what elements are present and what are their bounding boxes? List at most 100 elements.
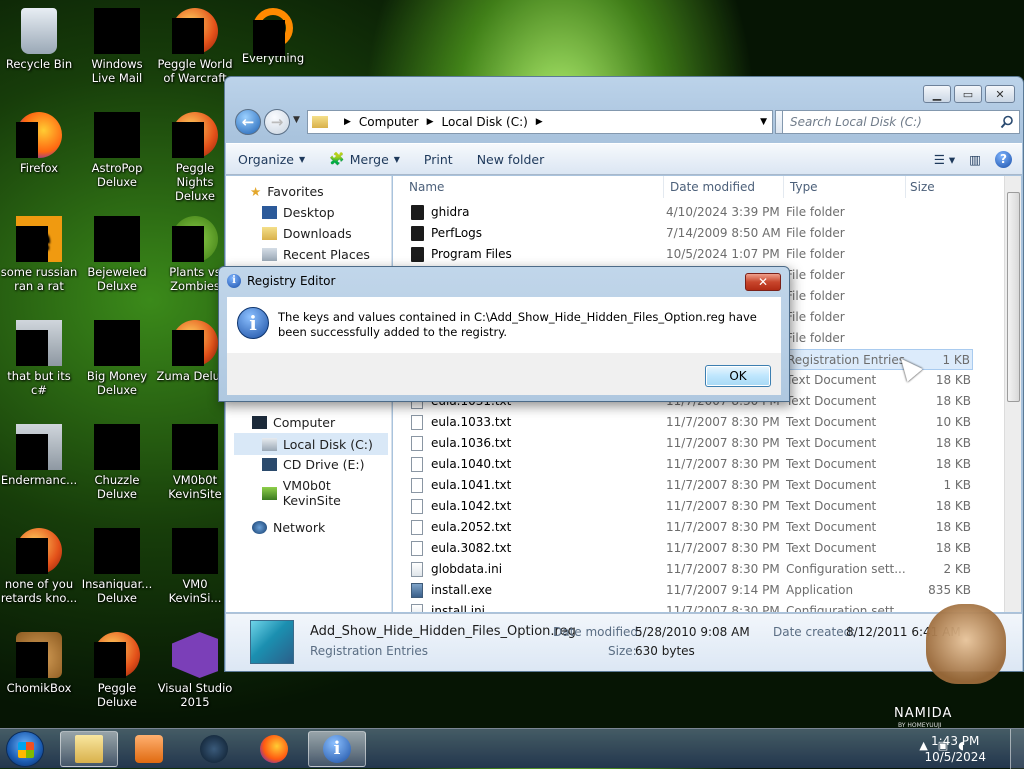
cell-size: 1 KB xyxy=(942,353,970,367)
cd-drive-icon xyxy=(262,458,277,471)
desktop-icon-red-ball[interactable]: none of you retards kno... xyxy=(0,528,78,605)
merge-button[interactable]: 🧩 Merge ▼ xyxy=(317,151,412,167)
nav-computer[interactable]: Computer xyxy=(252,415,335,430)
column-header-date[interactable]: Date modified xyxy=(670,180,755,194)
print-button[interactable]: Print xyxy=(412,152,465,167)
cell-type: Text Document xyxy=(786,520,877,534)
preview-pane-icon[interactable]: ▥ xyxy=(969,152,981,167)
cell-type: File folder xyxy=(786,289,845,303)
registry-editor-dialog[interactable]: i Registry Editor ✕ i The keys and value… xyxy=(218,266,790,402)
address-dropdown-icon[interactable]: ▼ xyxy=(760,117,767,127)
navigation-bar: ← → ▼ ▶ Computer ▶ Local Disk (C:) ▶ ▼ ⟳… xyxy=(233,107,1020,135)
taskbar-app-dark[interactable] xyxy=(185,731,243,767)
desktop-icon-label: that but its c# xyxy=(7,369,71,397)
close-button[interactable]: ✕ xyxy=(985,85,1015,103)
column-header-size[interactable]: Size xyxy=(910,180,935,194)
taskbar-registry-editor[interactable]: i xyxy=(308,731,366,767)
desktop-icon-windows-stack[interactable]: that but its c# xyxy=(0,320,78,397)
desktop-icon-recycle-bin[interactable]: Recycle Bin xyxy=(0,8,78,71)
desktop-icon-peggle-nights[interactable]: Peggle Nights Deluxe xyxy=(156,112,234,203)
table-row[interactable]: install.ini 11/7/2007 8:30 PM Configuratio… xyxy=(397,601,973,612)
cell-size: 18 KB xyxy=(935,394,971,408)
desktop-icon-vm-folder[interactable]: VM0 KevinSi... xyxy=(156,528,234,605)
desktop-icon-peggle-deluxe[interactable]: Peggle Deluxe xyxy=(78,632,156,709)
nav-cd-drive[interactable]: CD Drive (E:) xyxy=(262,457,365,472)
table-row[interactable]: PerfLogs 7/14/2009 8:50 AM File folder xyxy=(397,223,973,244)
nav-downloads-label: Downloads xyxy=(283,226,352,241)
desktop-icon-peggle-wow[interactable]: Peggle World of Warcraft xyxy=(156,8,234,85)
minimize-button[interactable]: ▁ xyxy=(923,85,951,103)
desktop-icon-chuzzle[interactable]: Chuzzle Deluxe xyxy=(78,424,156,501)
cell-date: 11/7/2007 8:30 PM xyxy=(666,415,780,429)
taskbar-explorer[interactable] xyxy=(60,731,118,767)
column-header-name[interactable]: Name xyxy=(409,180,444,194)
clock[interactable]: 1:43 PM 10/5/2024 xyxy=(924,733,986,765)
desktop-icon-windows-live-mail[interactable]: Windows Live Mail xyxy=(78,8,156,85)
nav-favorites[interactable]: ★ Favorites xyxy=(250,184,324,199)
desktop-icon-big-money[interactable]: Big Money Deluxe xyxy=(78,320,156,397)
column-header-type[interactable]: Type xyxy=(790,180,818,194)
recent-pages-dropdown[interactable]: ▼ xyxy=(293,115,300,125)
folder-file-icon xyxy=(411,226,424,241)
nav-network[interactable]: Network xyxy=(252,520,325,535)
table-row[interactable]: eula.1033.txt 11/7/2007 8:30 PM Text Docum… xyxy=(397,412,973,433)
dialog-close-button[interactable]: ✕ xyxy=(745,273,781,291)
search-input[interactable]: Search Local Disk (C:) xyxy=(782,110,1020,134)
vertical-scrollbar[interactable] xyxy=(1004,176,1021,612)
table-row[interactable]: eula.1036.txt 11/7/2007 8:30 PM Text Docum… xyxy=(397,433,973,454)
desktop-icon-insaniquarium[interactable]: Insaniquar... Deluxe xyxy=(78,528,156,605)
nav-vm-share[interactable]: VM0b0t KevinSite xyxy=(262,478,391,508)
start-button[interactable] xyxy=(6,731,44,767)
desktop-icon-everything[interactable]: Everything xyxy=(234,8,312,65)
new-folder-button[interactable]: New folder xyxy=(465,152,557,167)
folder-file-icon xyxy=(411,205,424,220)
nav-desktop[interactable]: Desktop xyxy=(262,205,335,220)
dialog-title: Registry Editor xyxy=(247,274,336,288)
cell-size: 1 KB xyxy=(943,478,971,492)
breadcrumb-computer[interactable]: Computer xyxy=(359,115,419,129)
taskbar-firefox[interactable] xyxy=(245,731,303,767)
table-row[interactable]: eula.2052.txt 11/7/2007 8:30 PM Text Docum… xyxy=(397,517,973,538)
breadcrumb-local-disk[interactable]: Local Disk (C:) xyxy=(442,115,528,129)
cell-name: PerfLogs xyxy=(431,226,483,240)
table-row[interactable]: Program Files 10/5/2024 1:07 PM File folde… xyxy=(397,244,973,265)
nav-local-disk[interactable]: Local Disk (C:) xyxy=(234,433,388,455)
maximize-button[interactable]: ▭ xyxy=(954,85,982,103)
registry-file-icon xyxy=(250,620,294,664)
help-icon[interactable]: ? xyxy=(995,150,1012,168)
search-icon[interactable] xyxy=(1000,115,1014,129)
back-button[interactable]: ← xyxy=(235,109,261,135)
desktop-icon-window-app[interactable]: Endermanc... xyxy=(0,424,78,487)
table-row[interactable]: eula.1040.txt 11/7/2007 8:30 PM Text Docum… xyxy=(397,454,973,475)
desktop-icon-label: Endermanc... xyxy=(0,473,78,487)
organize-button[interactable]: Organize ▼ xyxy=(226,152,317,167)
scrollbar-thumb[interactable] xyxy=(1007,192,1020,402)
view-options-icon[interactable]: ☰ ▾ xyxy=(934,152,955,167)
desktop-icon-visual-studio[interactable]: Visual Studio 2015 xyxy=(156,632,234,709)
downloads-icon xyxy=(262,227,277,240)
desktop-icon-chomikbox[interactable]: ChomikBox xyxy=(0,632,78,695)
desktop-icon-vm-globe[interactable]: VM0b0t KevinSite xyxy=(156,424,234,501)
table-row[interactable]: ghidra 4/10/2024 3:39 PM File folder xyxy=(397,202,973,223)
desktop-icon-label: none of you retards kno... xyxy=(0,577,78,605)
taskbar-media-player[interactable] xyxy=(120,731,178,767)
cell-name: install.ini xyxy=(431,604,486,612)
cell-name: eula.1041.txt xyxy=(431,478,512,492)
forward-button[interactable]: → xyxy=(264,109,290,135)
show-desktop-button[interactable] xyxy=(1010,729,1024,769)
table-row[interactable]: globdata.ini 11/7/2007 8:30 PM Configurati… xyxy=(397,559,973,580)
desktop-icon-bejeweled[interactable]: Bejeweled Deluxe xyxy=(78,216,156,293)
table-row[interactable]: eula.1042.txt 11/7/2007 8:30 PM Text Docum… xyxy=(397,496,973,517)
table-row[interactable]: eula.3082.txt 11/7/2007 8:30 PM Text Docum… xyxy=(397,538,973,559)
desktop-icon-astropop[interactable]: AstroPop Deluxe xyxy=(78,112,156,189)
cell-size: 18 KB xyxy=(935,436,971,450)
desktop-icon-firefox[interactable]: Firefox xyxy=(0,112,78,175)
address-bar[interactable]: ▶ Computer ▶ Local Disk (C:) ▶ ▼ xyxy=(307,110,773,134)
ok-button[interactable]: OK xyxy=(705,365,771,387)
nav-recent-places[interactable]: Recent Places xyxy=(262,247,370,262)
table-row[interactable]: eula.1041.txt 11/7/2007 8:30 PM Text Docum… xyxy=(397,475,973,496)
desktop-icon-e-app[interactable]: e some russian ran a rat xyxy=(0,216,78,293)
nav-downloads[interactable]: Downloads xyxy=(262,226,352,241)
table-row[interactable]: install.exe 11/7/2007 9:14 PM Application 8… xyxy=(397,580,973,601)
ini-file-icon xyxy=(411,562,423,577)
